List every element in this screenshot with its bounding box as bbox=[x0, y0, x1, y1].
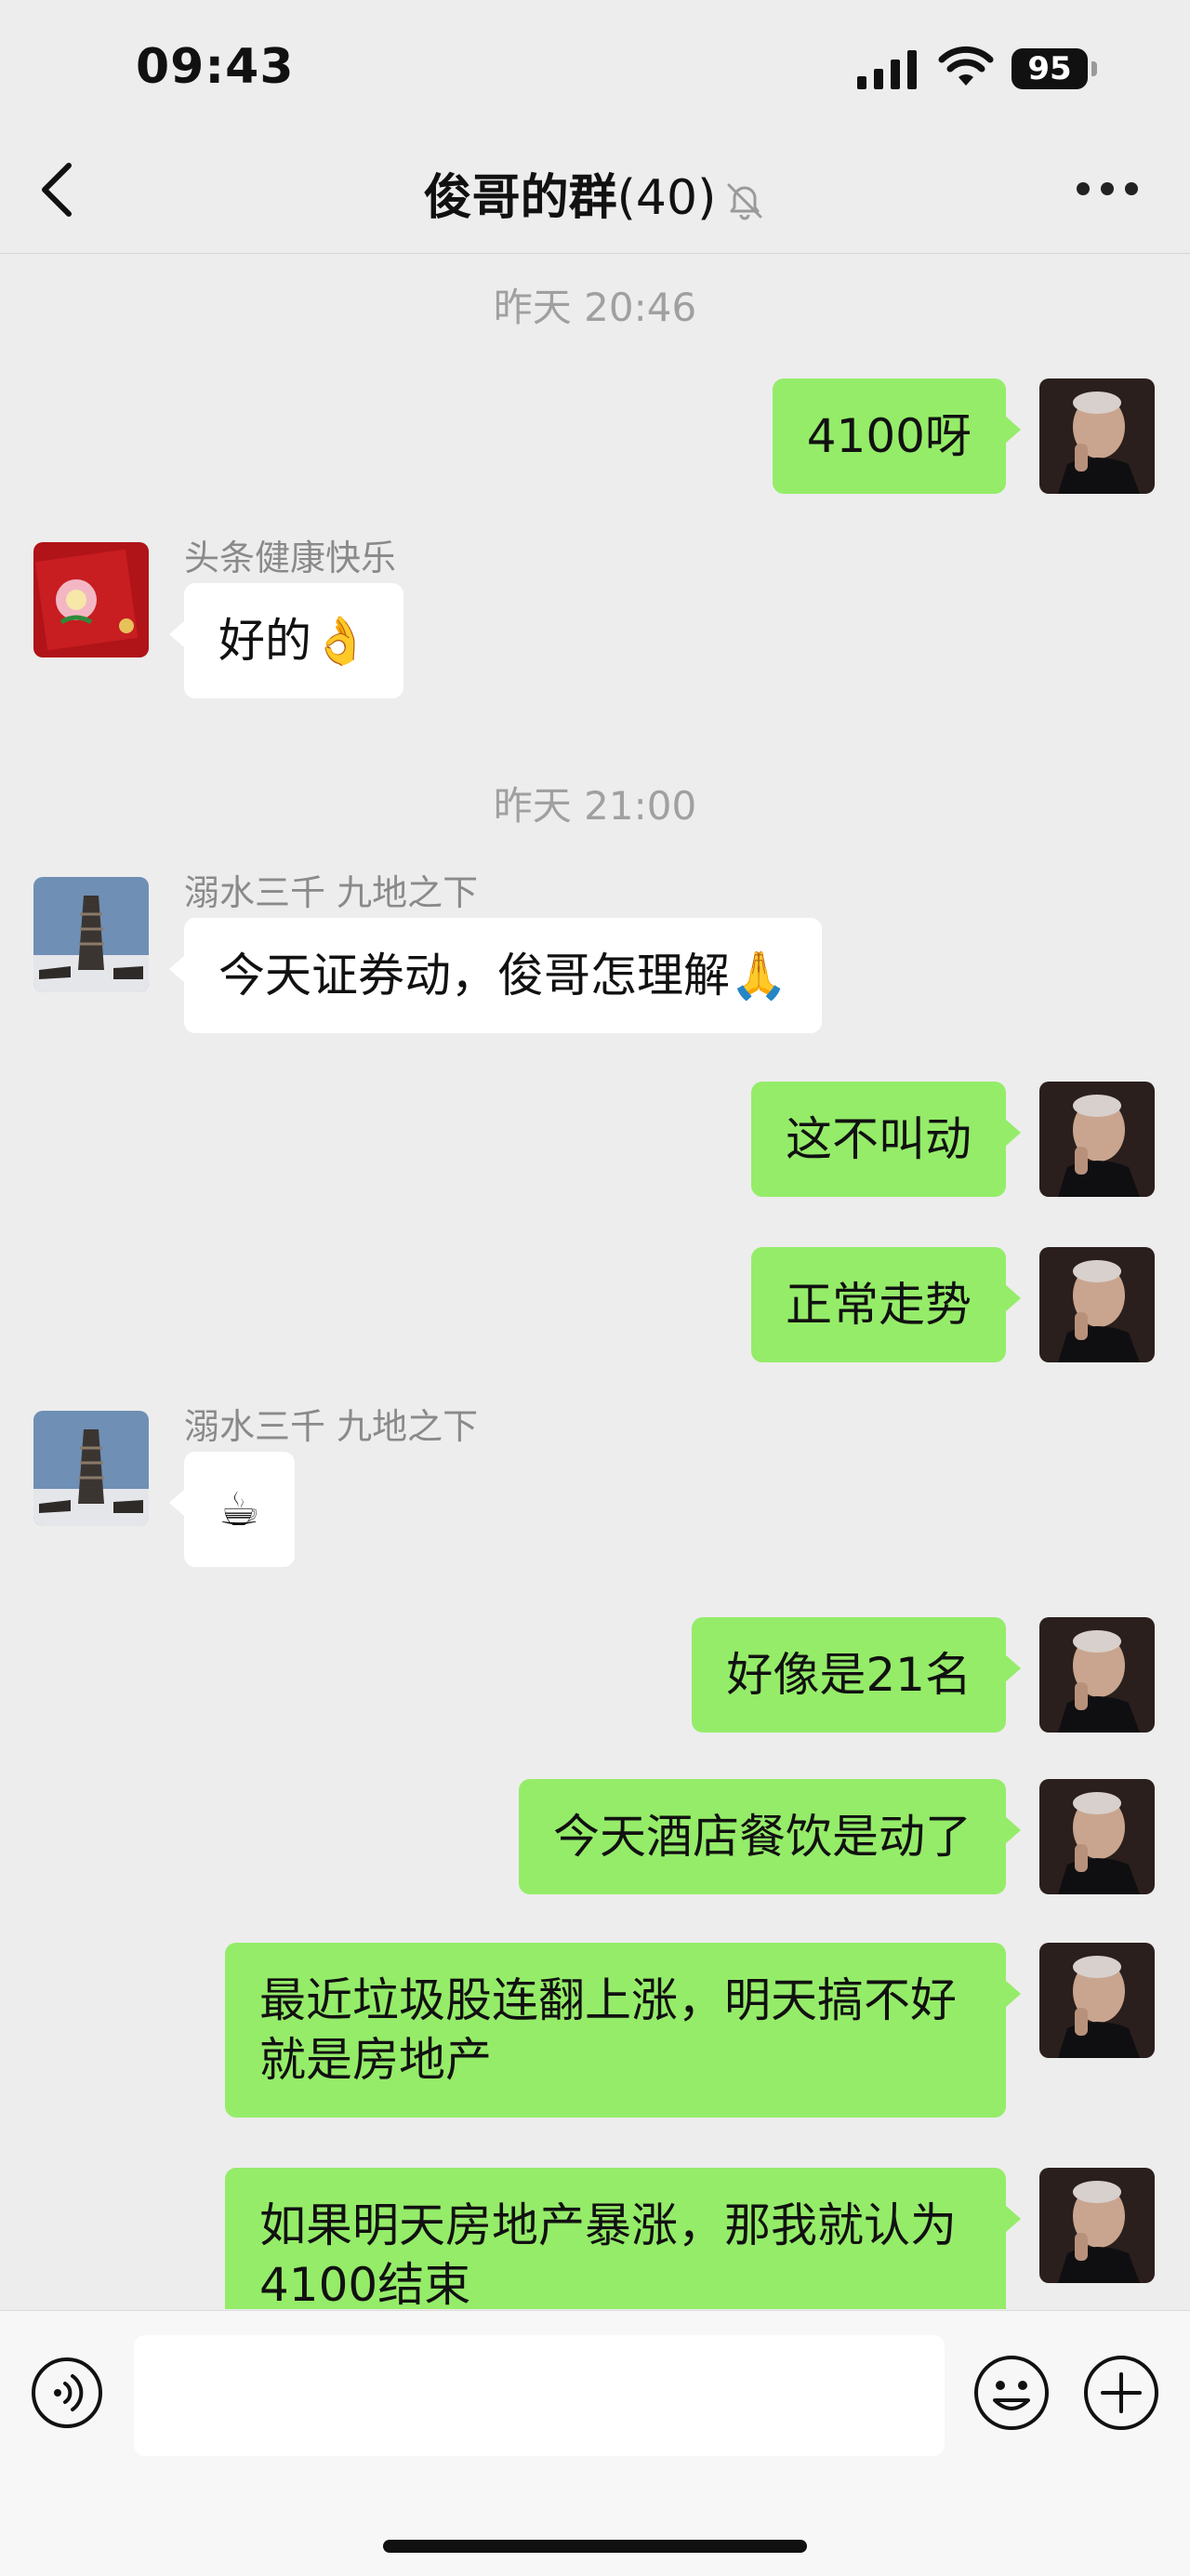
avatar-toutiao[interactable] bbox=[33, 542, 149, 657]
message-bubble-outgoing[interactable]: 4100呀 bbox=[772, 378, 1022, 494]
avatar-nishui[interactable] bbox=[33, 1411, 149, 1526]
battery-tip bbox=[1091, 61, 1097, 76]
more-options-button[interactable] bbox=[1077, 182, 1138, 199]
home-indicator[interactable] bbox=[383, 2540, 807, 2553]
battery-indicator: 95 bbox=[1012, 48, 1088, 89]
mute-bell-icon bbox=[727, 183, 762, 220]
avatar-self[interactable] bbox=[1039, 1617, 1155, 1733]
voice-input-icon[interactable] bbox=[30, 2356, 104, 2430]
message-list[interactable]: 昨天 20:46 4100呀 头条健康快乐 好的👌 昨天 21:00 溺水三千 … bbox=[0, 254, 1190, 2309]
sender-name: 溺水三千 九地之下 bbox=[184, 1406, 479, 1447]
message-input[interactable] bbox=[134, 2335, 945, 2456]
dot bbox=[1077, 182, 1090, 195]
message-bubble-outgoing[interactable]: 如果明天房地产暴涨，那我就认为4100结束 bbox=[225, 2168, 1021, 2309]
timestamp: 昨天 21:00 bbox=[493, 783, 697, 829]
avatar-nishui[interactable] bbox=[33, 877, 149, 992]
message-bubble-outgoing[interactable]: 今天酒店餐饮是动了 bbox=[519, 1779, 1021, 1894]
message-bubble-outgoing[interactable]: 正常走势 bbox=[751, 1247, 1021, 1362]
cellular-signal-icon bbox=[857, 50, 917, 89]
message-bubble-incoming[interactable]: 好的👌 bbox=[168, 583, 404, 698]
timestamp: 昨天 20:46 bbox=[493, 285, 697, 330]
sender-name: 溺水三千 九地之下 bbox=[184, 872, 479, 913]
chat-title: 俊哥的群(40) bbox=[0, 158, 1190, 228]
dot bbox=[1125, 182, 1138, 195]
message-bubble-outgoing[interactable]: 好像是21名 bbox=[692, 1617, 1021, 1733]
sender-name: 头条健康快乐 bbox=[184, 538, 397, 578]
group-name: 俊哥的群 bbox=[423, 170, 617, 226]
emoji-icon[interactable] bbox=[972, 2354, 1051, 2432]
message-bubble-outgoing[interactable]: 这不叫动 bbox=[751, 1082, 1021, 1197]
wifi-icon bbox=[938, 46, 994, 86]
member-count: (40) bbox=[616, 170, 717, 226]
avatar-self[interactable] bbox=[1039, 1247, 1155, 1362]
input-bar bbox=[0, 2310, 1190, 2576]
status-time: 09:43 bbox=[136, 39, 295, 95]
message-bubble-outgoing[interactable]: 最近垃圾股连翻上涨，明天搞不好就是房地产 bbox=[225, 1943, 1021, 2118]
avatar-self[interactable] bbox=[1039, 1943, 1155, 2058]
avatar-self[interactable] bbox=[1039, 1082, 1155, 1197]
plus-icon[interactable] bbox=[1082, 2354, 1160, 2432]
top-bar: 09:43 95 俊哥的群(40) bbox=[0, 0, 1190, 254]
dot bbox=[1101, 182, 1114, 195]
avatar-self[interactable] bbox=[1039, 2168, 1155, 2283]
message-bubble-incoming[interactable]: 今天证券动，俊哥怎理解🙏 bbox=[168, 918, 823, 1033]
avatar-self[interactable] bbox=[1039, 1779, 1155, 1894]
message-bubble-incoming[interactable]: ☕ bbox=[169, 1452, 295, 1567]
avatar-self[interactable] bbox=[1039, 378, 1155, 494]
